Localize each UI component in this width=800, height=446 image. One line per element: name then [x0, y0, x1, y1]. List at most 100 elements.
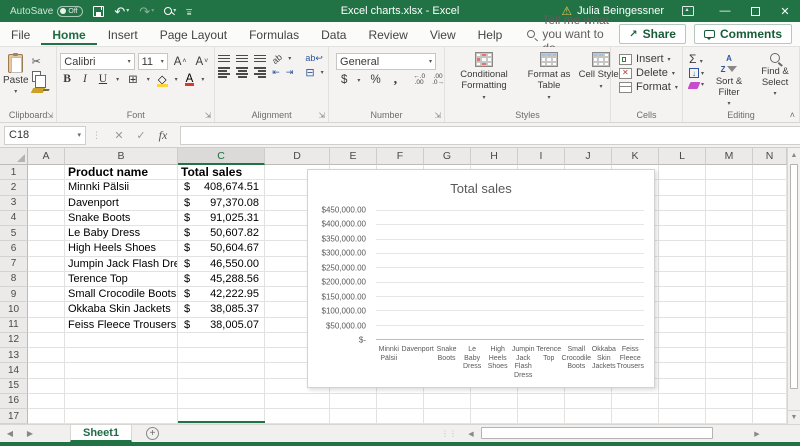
row-header-8[interactable]: 8	[0, 271, 28, 287]
column-header-J[interactable]: J	[565, 148, 612, 165]
cell-C9[interactable]: $42,222.95	[178, 287, 265, 303]
chevron-down-icon[interactable]: ▾	[147, 76, 150, 83]
cell-B17[interactable]	[65, 409, 178, 424]
row-header-17[interactable]: 17	[0, 409, 28, 424]
sort-filter-button[interactable]: AZ Sort & Filter ▾	[708, 52, 750, 108]
comma-style-button[interactable]: ,	[391, 72, 401, 88]
cell-J17[interactable]	[565, 409, 612, 424]
cell-B14[interactable]	[65, 363, 178, 379]
cell-B4[interactable]: Snake Boots	[65, 210, 178, 226]
cell-B11[interactable]: Feiss Fleece Trousers	[65, 317, 178, 333]
cell-A1[interactable]	[28, 165, 65, 181]
row-header-10[interactable]: 10	[0, 302, 28, 318]
formula-input[interactable]	[180, 125, 800, 145]
tab-data[interactable]: Data	[310, 24, 357, 45]
cell-C6[interactable]: $50,604.67	[178, 241, 265, 257]
cell-L14[interactable]	[659, 363, 706, 379]
cell-A5[interactable]	[28, 226, 65, 242]
cell-L13[interactable]	[659, 348, 706, 364]
decrease-indent-button[interactable]: ⇤	[272, 67, 280, 78]
cell-E17[interactable]	[330, 409, 377, 424]
cell-M9[interactable]	[706, 287, 753, 303]
bold-button[interactable]: B	[60, 73, 74, 85]
chevron-down-icon[interactable]: ▾	[201, 76, 204, 83]
close-button[interactable]: ✕	[770, 0, 800, 22]
row-header-7[interactable]: 7	[0, 256, 28, 272]
merge-center-button[interactable]: ⊟	[305, 66, 314, 79]
cell-C10[interactable]: $38,085.37	[178, 302, 265, 318]
cell-K16[interactable]	[612, 393, 659, 409]
cell-A4[interactable]	[28, 210, 65, 226]
column-header-A[interactable]: A	[28, 148, 65, 165]
cell-C8[interactable]: $45,288.56	[178, 271, 265, 287]
conditional-formatting-button[interactable]: Conditional Formatting ▾	[448, 52, 520, 104]
italic-button[interactable]: I	[80, 73, 90, 85]
scroll-up-arrow-icon[interactable]: ▲	[788, 148, 800, 162]
dialog-launcher-icon[interactable]: ⇲	[47, 111, 54, 120]
share-button[interactable]: ↗ Share	[619, 24, 686, 44]
cell-M3[interactable]	[706, 195, 753, 211]
row-header-6[interactable]: 6	[0, 241, 28, 257]
maximize-button[interactable]	[740, 0, 770, 22]
save-button[interactable]	[93, 5, 105, 17]
column-header-N[interactable]: N	[753, 148, 787, 165]
tab-insert[interactable]: Insert	[97, 24, 149, 45]
tab-page-layout[interactable]: Page Layout	[149, 24, 238, 45]
cell-N15[interactable]	[753, 378, 787, 394]
cell-N16[interactable]	[753, 393, 787, 409]
row-header-11[interactable]: 11	[0, 317, 28, 333]
cell-A12[interactable]	[28, 332, 65, 348]
cell-M7[interactable]	[706, 256, 753, 272]
cell-A8[interactable]	[28, 271, 65, 287]
cell-A13[interactable]	[28, 348, 65, 364]
customize-qat-button[interactable]: ─ ≡	[186, 5, 192, 17]
dialog-launcher-icon[interactable]: ⇲	[205, 111, 212, 120]
cancel-entry-button[interactable]: ✕	[108, 129, 130, 142]
chevron-down-icon[interactable]: ▾	[321, 69, 324, 76]
tab-review[interactable]: Review	[357, 24, 418, 45]
cell-M5[interactable]	[706, 226, 753, 242]
cell-N11[interactable]	[753, 317, 787, 333]
cell-L6[interactable]	[659, 241, 706, 257]
font-name-select[interactable]: Calibri ▾	[60, 53, 135, 70]
increase-indent-button[interactable]: ⇥	[286, 67, 294, 78]
minimize-button[interactable]: —	[710, 0, 740, 22]
cell-N2[interactable]	[753, 180, 787, 196]
dialog-launcher-icon[interactable]: ⇲	[434, 111, 441, 120]
row-header-2[interactable]: 2	[0, 180, 28, 196]
bottom-align-button[interactable]	[254, 54, 267, 63]
font-color-button[interactable]: A	[184, 73, 196, 86]
cell-C7[interactable]: $46,550.00	[178, 256, 265, 272]
increase-font-button[interactable]: A ˄	[171, 56, 190, 68]
cell-C12[interactable]	[178, 332, 265, 348]
cell-L1[interactable]	[659, 165, 706, 181]
cell-L9[interactable]	[659, 287, 706, 303]
name-box[interactable]: C18 ▾	[4, 125, 86, 145]
cell-M4[interactable]	[706, 210, 753, 226]
cell-A11[interactable]	[28, 317, 65, 333]
cell-B3[interactable]: Davenport	[65, 195, 178, 211]
cell-B13[interactable]	[65, 348, 178, 364]
cell-N13[interactable]	[753, 348, 787, 364]
align-center-button[interactable]	[236, 67, 249, 78]
cell-N10[interactable]	[753, 302, 787, 318]
row-header-3[interactable]: 3	[0, 195, 28, 211]
cell-N4[interactable]	[753, 210, 787, 226]
autosum-button[interactable]: Σ ▾	[689, 52, 704, 66]
cell-A7[interactable]	[28, 256, 65, 272]
scroll-right-arrow-icon[interactable]: ▶	[749, 427, 765, 440]
row-header-16[interactable]: 16	[0, 393, 28, 409]
cell-M8[interactable]	[706, 271, 753, 287]
cell-F17[interactable]	[377, 409, 424, 424]
cell-B7[interactable]: Jumpin Jack Flash Dress	[65, 256, 178, 272]
top-align-button[interactable]	[218, 54, 231, 63]
underline-button[interactable]: U	[96, 73, 110, 85]
tab-file[interactable]: File	[0, 24, 41, 45]
column-header-L[interactable]: L	[659, 148, 706, 165]
cell-C3[interactable]: $97,370.08	[178, 195, 265, 211]
cell-M6[interactable]	[706, 241, 753, 257]
cell-M17[interactable]	[706, 409, 753, 424]
cell-N6[interactable]	[753, 241, 787, 257]
cell-M1[interactable]	[706, 165, 753, 181]
accounting-format-button[interactable]: $	[338, 74, 350, 86]
